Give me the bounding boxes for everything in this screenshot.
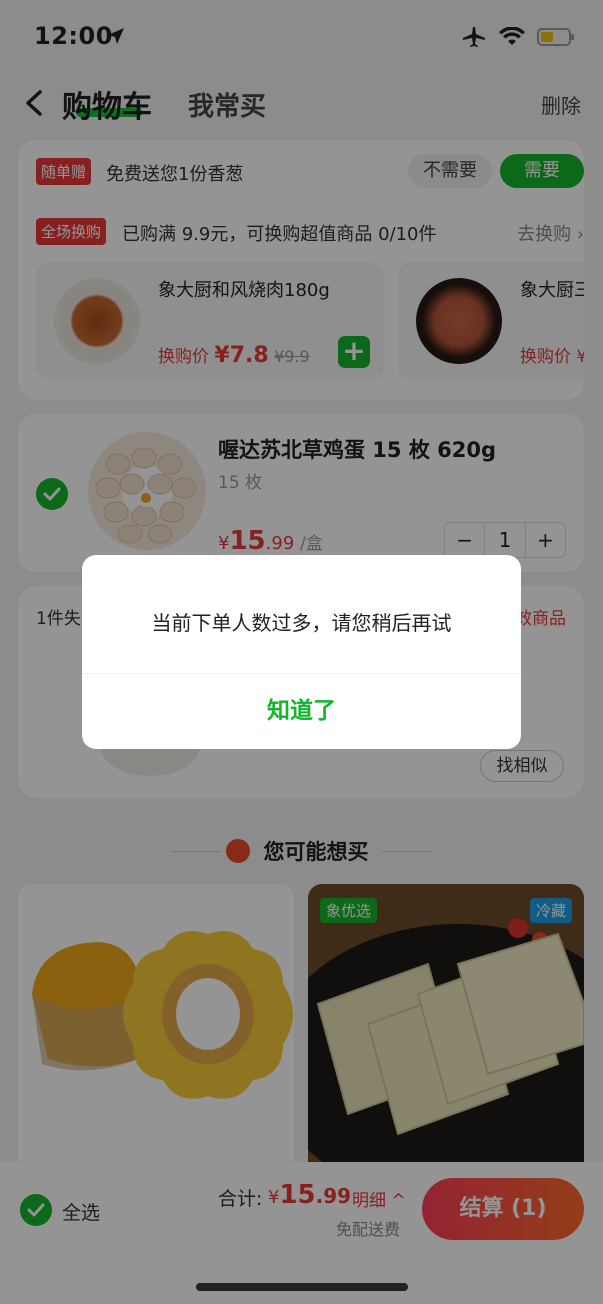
dialog-confirm-button[interactable]: 知道了 bbox=[82, 674, 521, 749]
home-indicator[interactable] bbox=[196, 1283, 408, 1291]
dialog-message: 当前下单人数过多，请您稍后再试 bbox=[151, 611, 452, 635]
alert-dialog: 当前下单人数过多，请您稍后再试 知道了 bbox=[82, 555, 521, 749]
